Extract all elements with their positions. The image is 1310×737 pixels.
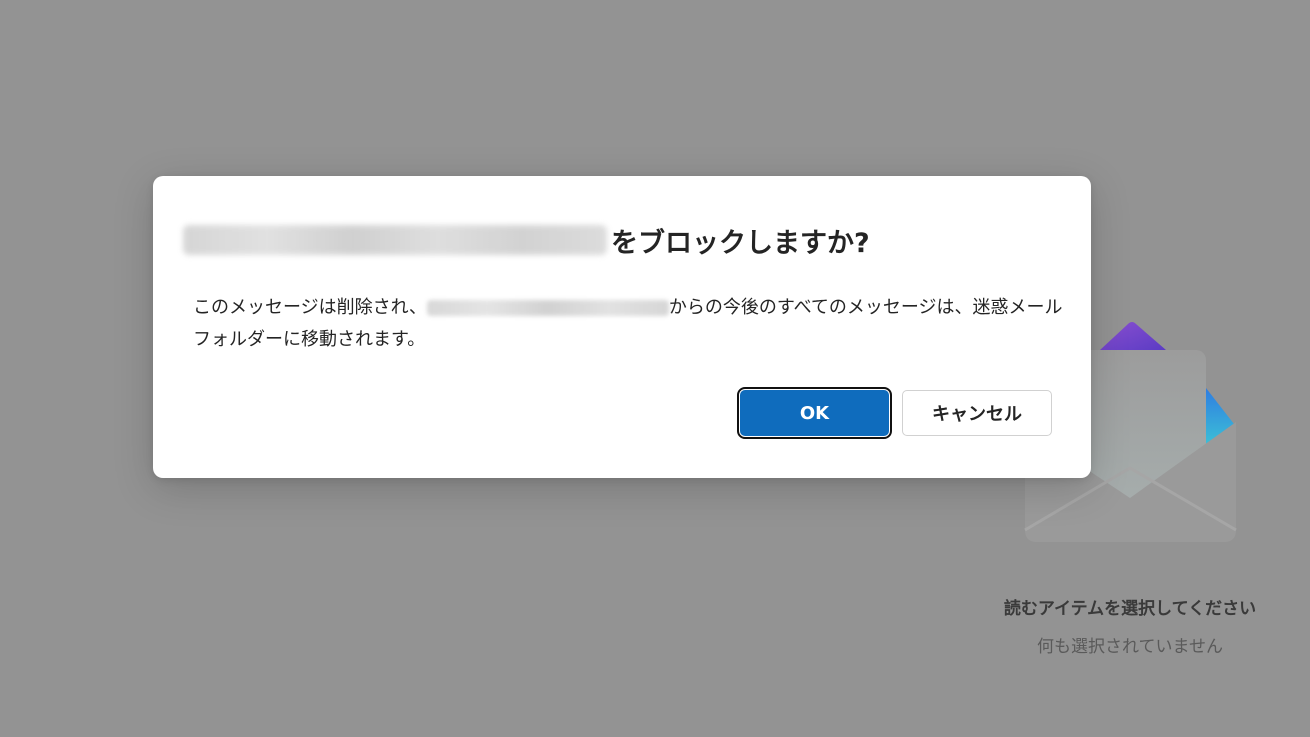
redacted-sender-name	[183, 225, 607, 255]
cancel-button[interactable]: キャンセル	[902, 390, 1052, 436]
dialog-title-text: をブロックしますか?	[611, 227, 870, 259]
block-sender-dialog: をブロックしますか? このメッセージは削除され、 からの今後のすべてのメッセージは…	[153, 176, 1091, 478]
dialog-title: をブロックしますか?	[183, 218, 870, 262]
reading-pane-empty-title: 読むアイテムを選択してください	[1003, 599, 1257, 619]
reading-pane-empty-subtitle: 何も選択されていません	[1037, 637, 1223, 657]
dialog-message-part1: このメッセージは削除され、	[193, 297, 427, 318]
redacted-sender-inline	[426, 300, 669, 316]
ok-button[interactable]: OK	[737, 387, 892, 439]
dialog-message: このメッセージは削除され、 からの今後のすべてのメッセージは、迷惑メール フォルダ…	[193, 292, 1063, 356]
